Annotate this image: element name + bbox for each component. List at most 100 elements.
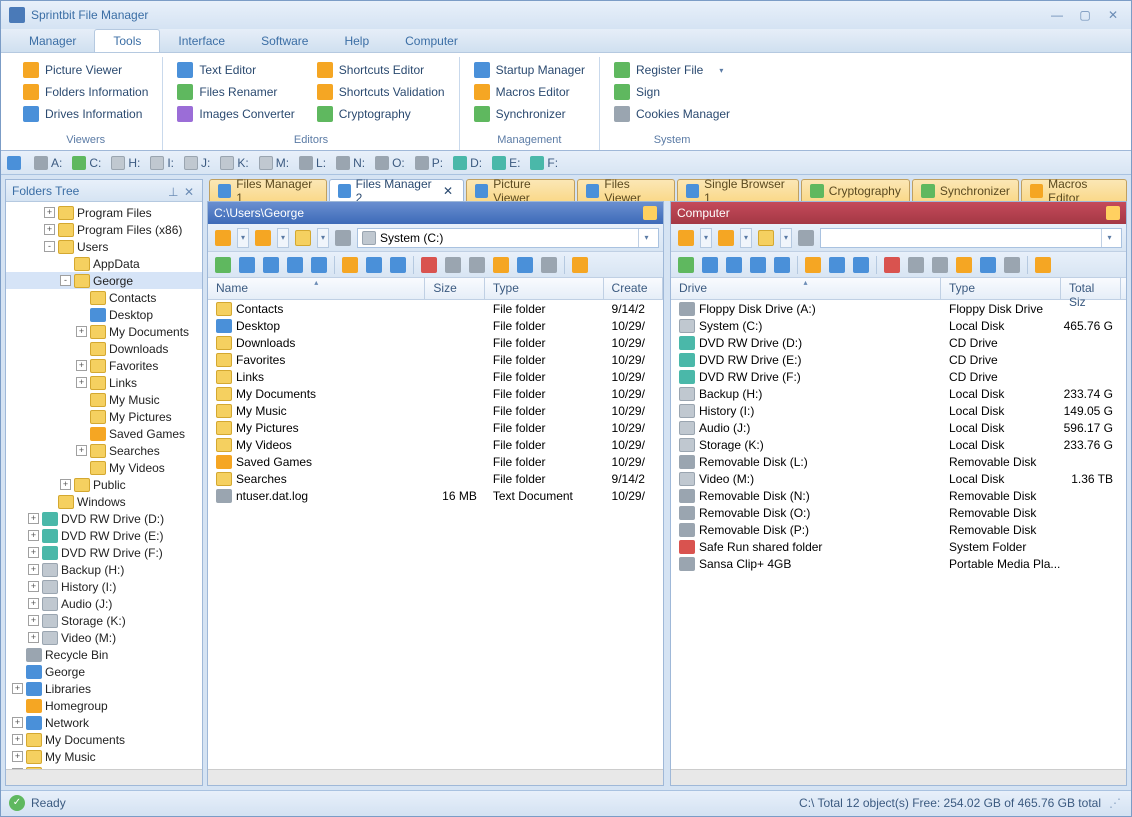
toolbar-action[interactable] <box>977 254 999 276</box>
toolbar-action[interactable] <box>490 254 512 276</box>
drive-P:[interactable]: P: <box>415 156 443 170</box>
file-row[interactable]: LinksFile folder10/29/ <box>208 368 663 385</box>
column-header[interactable]: Size <box>425 278 484 299</box>
file-row[interactable]: My VideosFile folder10/29/ <box>208 436 663 453</box>
drive-row[interactable]: Audio (J:)Local Disk596.17 G <box>671 419 1126 436</box>
tree-node[interactable]: +Saved Games <box>6 425 202 442</box>
ribbon-folders-information[interactable]: Folders Information <box>19 83 152 101</box>
tree-toggle[interactable]: + <box>76 360 87 371</box>
drive-K:[interactable]: K: <box>220 156 248 170</box>
tree-toggle[interactable]: + <box>12 751 23 762</box>
tree-node[interactable]: +Backup (H:) <box>6 561 202 578</box>
drive-row[interactable]: DVD RW Drive (D:)CD Drive <box>671 334 1126 351</box>
tab-cryptography[interactable]: Cryptography <box>801 179 910 201</box>
tree-node[interactable]: -Users <box>6 238 202 255</box>
maximize-button[interactable]: ▢ <box>1075 7 1095 23</box>
tree-node[interactable]: +DVD RW Drive (F:) <box>6 544 202 561</box>
left-file-list[interactable]: ContactsFile folder9/14/2DesktopFile fol… <box>208 300 663 769</box>
tree-toggle[interactable]: + <box>28 615 39 626</box>
toolbar-action[interactable] <box>723 254 745 276</box>
drive-row[interactable]: Safe Run shared folderSystem Folder <box>671 538 1126 555</box>
drive-O:[interactable]: O: <box>375 156 405 170</box>
tree-toggle[interactable]: + <box>12 717 23 728</box>
tree-node[interactable]: +Storage (K:) <box>6 612 202 629</box>
tree-toggle[interactable]: + <box>28 530 39 541</box>
drive-row[interactable]: DVD RW Drive (F:)CD Drive <box>671 368 1126 385</box>
tree-toggle[interactable]: + <box>28 564 39 575</box>
tree-toggle[interactable]: + <box>12 734 23 745</box>
toolbar-action[interactable] <box>514 254 536 276</box>
drive-J:[interactable]: J: <box>184 156 210 170</box>
tab-synchronizer[interactable]: Synchronizer <box>912 179 1019 201</box>
minimize-button[interactable]: ― <box>1047 7 1067 23</box>
tree-toggle[interactable]: - <box>44 241 55 252</box>
left-combo-dropdown[interactable]: ▾ <box>638 229 654 247</box>
tree-node[interactable]: +DVD RW Drive (D:) <box>6 510 202 527</box>
column-header[interactable]: Create <box>604 278 663 299</box>
drive-row[interactable]: Removable Disk (N:)Removable Disk <box>671 487 1126 504</box>
ribbon-register-file[interactable]: Register File▾ <box>610 61 734 79</box>
back-dropdown[interactable]: ▾ <box>237 228 249 248</box>
ribbon-shortcuts-editor[interactable]: Shortcuts Editor <box>313 61 449 79</box>
toolbar-action[interactable] <box>442 254 464 276</box>
toolbar-action[interactable] <box>236 254 258 276</box>
toolbar-action[interactable] <box>260 254 282 276</box>
toolbar-action[interactable] <box>1032 254 1054 276</box>
tree-node[interactable]: +History (I:) <box>6 578 202 595</box>
tree-toggle[interactable]: + <box>12 683 23 694</box>
toolbar-action[interactable] <box>929 254 951 276</box>
close-panel-icon[interactable]: ✕ <box>184 185 196 197</box>
tree-toggle[interactable]: + <box>28 547 39 558</box>
ribbon-picture-viewer[interactable]: Picture Viewer <box>19 61 152 79</box>
file-row[interactable]: DesktopFile folder10/29/ <box>208 317 663 334</box>
tree-node[interactable]: +My Documents <box>6 731 202 748</box>
tree-scrollbar-h[interactable] <box>6 769 202 785</box>
file-row[interactable]: Saved GamesFile folder10/29/ <box>208 453 663 470</box>
column-header[interactable]: Type <box>941 278 1061 299</box>
file-row[interactable]: My PicturesFile folder10/29/ <box>208 419 663 436</box>
tree-node[interactable]: +Audio (J:) <box>6 595 202 612</box>
tree-node[interactable]: +Links <box>6 374 202 391</box>
right-path-combo[interactable]: ▾ <box>820 228 1122 248</box>
up-button[interactable] <box>292 227 314 249</box>
menu-manager[interactable]: Manager <box>11 30 94 52</box>
menu-interface[interactable]: Interface <box>160 30 243 52</box>
tree-toggle[interactable]: + <box>44 207 55 218</box>
hist-dropdown[interactable]: ▾ <box>277 228 289 248</box>
ribbon-startup-manager[interactable]: Startup Manager <box>470 61 589 79</box>
ribbon-files-renamer[interactable]: Files Renamer <box>173 83 298 101</box>
drive-row[interactable]: Floppy Disk Drive (A:)Floppy Disk Drive <box>671 300 1126 317</box>
tree-node[interactable]: +George <box>6 663 202 680</box>
left-scrollbar-h[interactable] <box>208 769 663 785</box>
file-row[interactable]: My DocumentsFile folder10/29/ <box>208 385 663 402</box>
toolbar-action[interactable] <box>850 254 872 276</box>
toolbar-action[interactable] <box>747 254 769 276</box>
tree-toggle[interactable]: + <box>76 326 87 337</box>
tree-toggle[interactable]: + <box>60 479 71 490</box>
toolbar-action[interactable] <box>418 254 440 276</box>
file-row[interactable]: ntuser.dat.log16 MBText Document10/29/ <box>208 487 663 504</box>
resize-grip-icon[interactable]: ⋰ <box>1109 796 1123 810</box>
menu-computer[interactable]: Computer <box>387 30 476 52</box>
file-row[interactable]: DownloadsFile folder10/29/ <box>208 334 663 351</box>
drive-H:[interactable]: H: <box>111 156 140 170</box>
tree-node[interactable]: +Public <box>6 476 202 493</box>
file-row[interactable]: SearchesFile folder9/14/2 <box>208 470 663 487</box>
toolbar-action[interactable] <box>675 254 697 276</box>
tree-toggle[interactable]: + <box>76 377 87 388</box>
ribbon-sign[interactable]: Sign <box>610 83 734 101</box>
drive-row[interactable]: Removable Disk (L:)Removable Disk <box>671 453 1126 470</box>
hist-dropdown-r[interactable]: ▾ <box>740 228 752 248</box>
column-header[interactable]: ▴Name <box>208 278 425 299</box>
tab-picture-viewer[interactable]: Picture Viewer <box>466 179 575 201</box>
drive-row[interactable]: Video (M:)Local Disk1.36 TB <box>671 470 1126 487</box>
tree-toggle[interactable]: + <box>28 632 39 643</box>
up-dropdown[interactable]: ▾ <box>317 228 329 248</box>
tree-node[interactable]: +My Music <box>6 391 202 408</box>
file-row[interactable]: My MusicFile folder10/29/ <box>208 402 663 419</box>
drive-row[interactable]: Sansa Clip+ 4GBPortable Media Pla... <box>671 555 1126 572</box>
drive-button[interactable] <box>332 227 354 249</box>
tree-toggle[interactable]: + <box>28 513 39 524</box>
tree-node[interactable]: +My Pictures <box>6 408 202 425</box>
ribbon-images-converter[interactable]: Images Converter <box>173 105 298 123</box>
